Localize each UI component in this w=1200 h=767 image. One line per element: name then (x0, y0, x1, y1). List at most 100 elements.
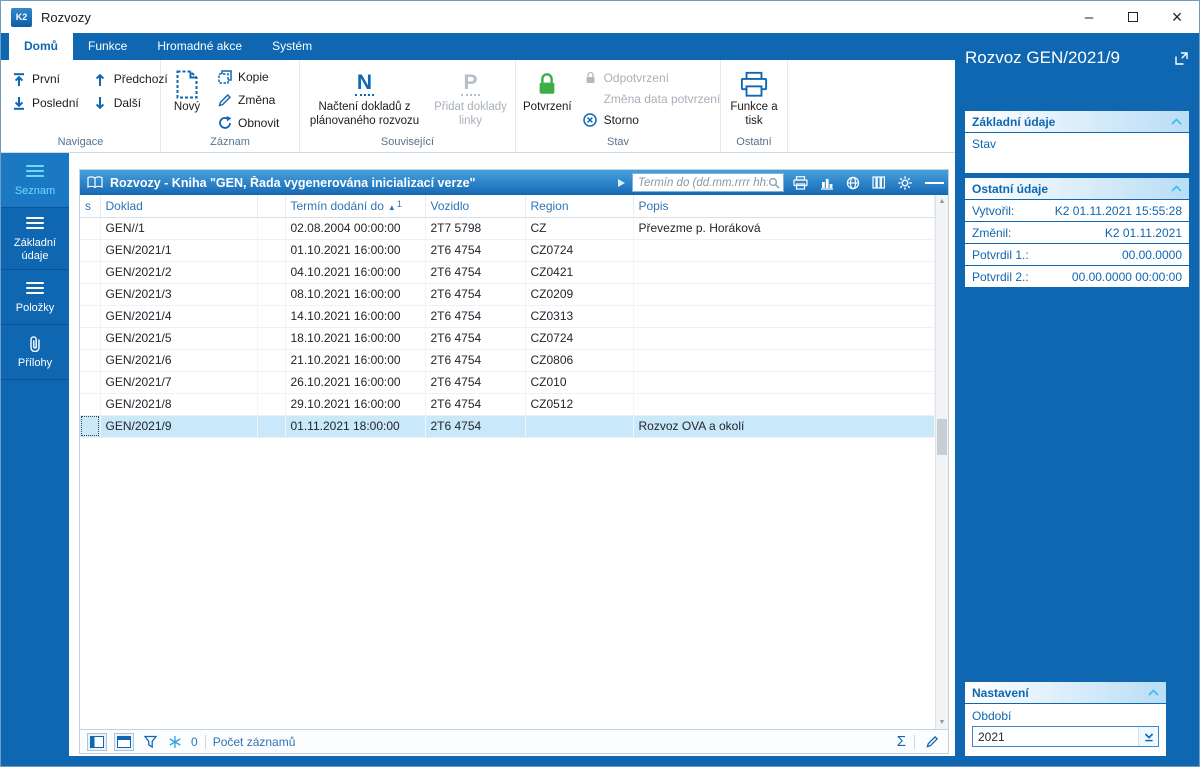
cell-s[interactable] (80, 217, 101, 240)
cell-vozidlo[interactable]: 2T6 4754 (425, 305, 526, 328)
cell-termin[interactable]: 01.10.2021 16:00:00 (285, 239, 426, 262)
cell-s[interactable] (80, 393, 101, 416)
cell-region[interactable]: CZ0421 (525, 261, 634, 284)
column-header-vozidlo[interactable]: Vozidlo (425, 195, 526, 218)
play-icon[interactable] (618, 178, 625, 187)
cell-vozidlo[interactable]: 2T6 4754 (425, 283, 526, 306)
sidebar-item-prilohy[interactable]: Přílohy (1, 325, 69, 381)
minimize-button[interactable]: – (1067, 1, 1111, 33)
cell-vozidlo[interactable]: 2T6 4754 (425, 239, 526, 262)
cell-popis[interactable]: Převezme p. Horáková (633, 217, 935, 240)
cell-spacer[interactable] (257, 349, 286, 372)
cell-vozidlo[interactable]: 2T6 4754 (425, 393, 526, 416)
functions-print-button[interactable]: Funkce a tisk (725, 63, 783, 128)
maximize-button[interactable] (1111, 1, 1155, 33)
cell-doklad[interactable]: GEN/2021/7 (100, 371, 258, 394)
cell-region[interactable] (525, 415, 634, 438)
new-button[interactable]: Nový (164, 63, 210, 115)
view-panel-icon[interactable] (114, 732, 134, 751)
cell-termin[interactable]: 02.08.2004 00:00:00 (285, 217, 426, 240)
last-button[interactable]: Poslední (4, 91, 86, 115)
cell-vozidlo[interactable]: 2T6 4754 (425, 327, 526, 350)
cell-doklad[interactable]: GEN/2021/4 (100, 305, 258, 328)
obdobi-input[interactable] (973, 727, 1138, 746)
cell-vozidlo[interactable]: 2T7 5798 (425, 217, 526, 240)
table-row[interactable]: GEN/2021/8 29.10.2021 16:00:00 2T6 4754 CZ0… (80, 393, 935, 416)
table-row[interactable]: GEN/2021/4 14.10.2021 16:00:00 2T6 4754 CZ0… (80, 305, 935, 328)
cell-doklad[interactable]: GEN//1 (100, 217, 258, 240)
cell-popis[interactable] (633, 283, 935, 306)
cell-doklad[interactable]: GEN/2021/6 (100, 349, 258, 372)
dropdown-icon[interactable] (1138, 727, 1158, 746)
cell-popis[interactable] (633, 349, 935, 372)
section-header-zakladni-udaje[interactable]: Základní údaje (965, 111, 1189, 132)
table-row[interactable]: GEN/2021/3 08.10.2021 16:00:00 2T6 4754 CZ0… (80, 283, 935, 306)
table-row[interactable]: GEN/2021/1 01.10.2021 16:00:00 2T6 4754 CZ0… (80, 239, 935, 262)
globe-icon[interactable] (843, 173, 862, 193)
column-header-termin-dodani-do[interactable]: Termín dodání do ▲1 (285, 195, 426, 218)
cell-vozidlo[interactable]: 2T6 4754 (425, 349, 526, 372)
cell-doklad[interactable]: GEN/2021/1 (100, 239, 258, 262)
table-row-selected[interactable]: GEN/2021/9 01.11.2021 18:00:00 2T6 4754 Roz… (80, 415, 935, 438)
load-planned-documents-button[interactable]: N Načtení dokladů z plánovaného rozvozu (304, 63, 426, 128)
cell-region[interactable]: CZ0313 (525, 305, 634, 328)
cell-popis[interactable] (633, 239, 935, 262)
cell-spacer[interactable] (257, 371, 286, 394)
cell-popis[interactable]: Rozvoz OVA a okolí (633, 415, 935, 438)
scrollbar-thumb[interactable] (937, 419, 947, 456)
cell-termin[interactable]: 01.11.2021 18:00:00 (285, 415, 426, 438)
column-header-region[interactable]: Region (525, 195, 634, 218)
cell-spacer[interactable] (257, 327, 286, 350)
cell-spacer[interactable] (257, 239, 286, 262)
cell-s[interactable] (80, 415, 101, 438)
table-row[interactable]: GEN/2021/6 21.10.2021 16:00:00 2T6 4754 CZ0… (80, 349, 935, 372)
menu-icon[interactable] (925, 173, 944, 193)
cell-region[interactable]: CZ010 (525, 371, 634, 394)
cell-spacer[interactable] (257, 217, 286, 240)
tab-domu[interactable]: Domů (9, 33, 73, 60)
columns-icon[interactable] (869, 173, 888, 193)
cell-termin[interactable]: 18.10.2021 16:00:00 (285, 327, 426, 350)
edit-button[interactable]: Změna (210, 88, 286, 111)
cell-s[interactable] (80, 349, 101, 372)
cell-termin[interactable]: 04.10.2021 16:00:00 (285, 261, 426, 284)
table-row[interactable]: GEN/2021/2 04.10.2021 16:00:00 2T6 4754 CZ0… (80, 261, 935, 284)
cell-doklad[interactable]: GEN/2021/5 (100, 327, 258, 350)
cell-doklad[interactable]: GEN/2021/8 (100, 393, 258, 416)
column-header-doklad[interactable]: Doklad (100, 195, 258, 218)
sum-icon[interactable]: Σ (897, 733, 906, 750)
cell-region[interactable]: CZ (525, 217, 634, 240)
cell-s[interactable] (80, 305, 101, 328)
cell-s[interactable] (80, 261, 101, 284)
confirm-button[interactable]: Potvrzení (519, 63, 576, 115)
scroll-down-icon[interactable]: ▼ (936, 716, 948, 729)
table-row[interactable]: GEN/2021/5 18.10.2021 16:00:00 2T6 4754 CZ0… (80, 327, 935, 350)
edit-pencil-icon[interactable] (923, 735, 941, 748)
cell-spacer[interactable] (257, 305, 286, 328)
cell-vozidlo[interactable]: 2T6 4754 (425, 371, 526, 394)
search-input[interactable] (638, 176, 768, 189)
cell-termin[interactable]: 21.10.2021 16:00:00 (285, 349, 426, 372)
table-row[interactable]: GEN//1 02.08.2004 00:00:00 2T7 5798 CZ Převe… (80, 217, 935, 240)
cell-region[interactable]: CZ0724 (525, 239, 634, 262)
sidebar-item-polozky[interactable]: Položky (1, 270, 69, 326)
section-header-ostatni-udaje[interactable]: Ostatní údaje (965, 178, 1189, 199)
cell-popis[interactable] (633, 305, 935, 328)
cell-vozidlo[interactable]: 2T6 4754 (425, 261, 526, 284)
cell-region[interactable]: CZ0724 (525, 327, 634, 350)
cell-region[interactable]: CZ0512 (525, 393, 634, 416)
tab-system[interactable]: Systém (257, 33, 327, 60)
cell-doklad[interactable]: GEN/2021/3 (100, 283, 258, 306)
cell-s[interactable] (80, 327, 101, 350)
table-row[interactable]: GEN/2021/7 26.10.2021 16:00:00 2T6 4754 CZ0… (80, 371, 935, 394)
stav-field[interactable]: Stav (965, 133, 1189, 173)
cell-popis[interactable] (633, 261, 935, 284)
cell-vozidlo[interactable]: 2T6 4754 (425, 415, 526, 438)
scroll-up-icon[interactable]: ▲ (936, 195, 948, 208)
cell-region[interactable]: CZ0806 (525, 349, 634, 372)
cell-termin[interactable]: 08.10.2021 16:00:00 (285, 283, 426, 306)
cell-termin[interactable]: 29.10.2021 16:00:00 (285, 393, 426, 416)
tab-hromadne-akce[interactable]: Hromadné akce (142, 33, 257, 60)
copy-button[interactable]: Kopie (210, 65, 286, 88)
column-header-popis[interactable]: Popis (633, 195, 935, 218)
